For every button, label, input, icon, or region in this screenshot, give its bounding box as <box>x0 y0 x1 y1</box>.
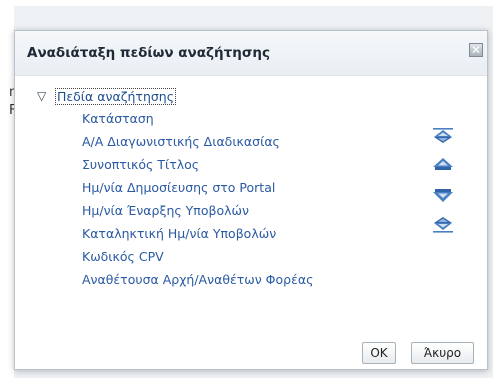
ok-button[interactable]: OK <box>362 342 396 364</box>
background-page-edge: n F <box>0 6 17 378</box>
dialog-title: Αναδιάταξη πεδίων αναζήτησης <box>27 45 270 61</box>
triangle-down-icon[interactable]: ▽ <box>37 89 55 103</box>
dialog-header: Αναδιάταξη πεδίων αναζήτησης ✕ <box>15 31 487 76</box>
reorder-fields-dialog: Αναδιάταξη πεδίων αναζήτησης ✕ ▽ Πεδία α… <box>14 30 488 370</box>
move-up-button[interactable] <box>431 153 455 177</box>
move-bottom-icon <box>433 217 453 233</box>
move-top-icon <box>433 128 453 143</box>
page-top-strip <box>0 0 493 6</box>
list-item[interactable]: Συνοπτικός Τίτλος <box>82 157 199 172</box>
list-item[interactable]: Κατάσταση <box>82 111 154 126</box>
move-bottom-button[interactable] <box>431 213 455 237</box>
list-item[interactable]: Αναθέτουσα Αρχή/Αναθέτων Φορέας <box>82 272 313 287</box>
cancel-button[interactable]: Άκυρο <box>411 342 474 364</box>
close-icon: ✕ <box>470 43 482 57</box>
move-top-button[interactable] <box>431 123 455 147</box>
move-down-button[interactable] <box>431 183 455 207</box>
tree-root: ▽ Πεδία αναζήτησης <box>37 87 177 105</box>
move-up-icon <box>433 158 453 170</box>
list-item[interactable]: Ημ/νία Δημοσίευσης στο Portal <box>82 180 275 195</box>
list-item[interactable]: Α/Α Διαγωνιστικής Διαδικασίας <box>82 134 280 149</box>
close-button[interactable]: ✕ <box>469 43 483 57</box>
list-item[interactable]: Καταληκτική Ημ/νία Υποβολών <box>82 226 276 241</box>
move-down-icon <box>433 189 453 202</box>
tree-root-label[interactable]: Πεδία αναζήτησης <box>55 87 177 105</box>
list-item[interactable]: Ημ/νία Έναρξης Υποβολών <box>82 203 249 218</box>
list-item[interactable]: Κωδικός CPV <box>82 249 164 264</box>
